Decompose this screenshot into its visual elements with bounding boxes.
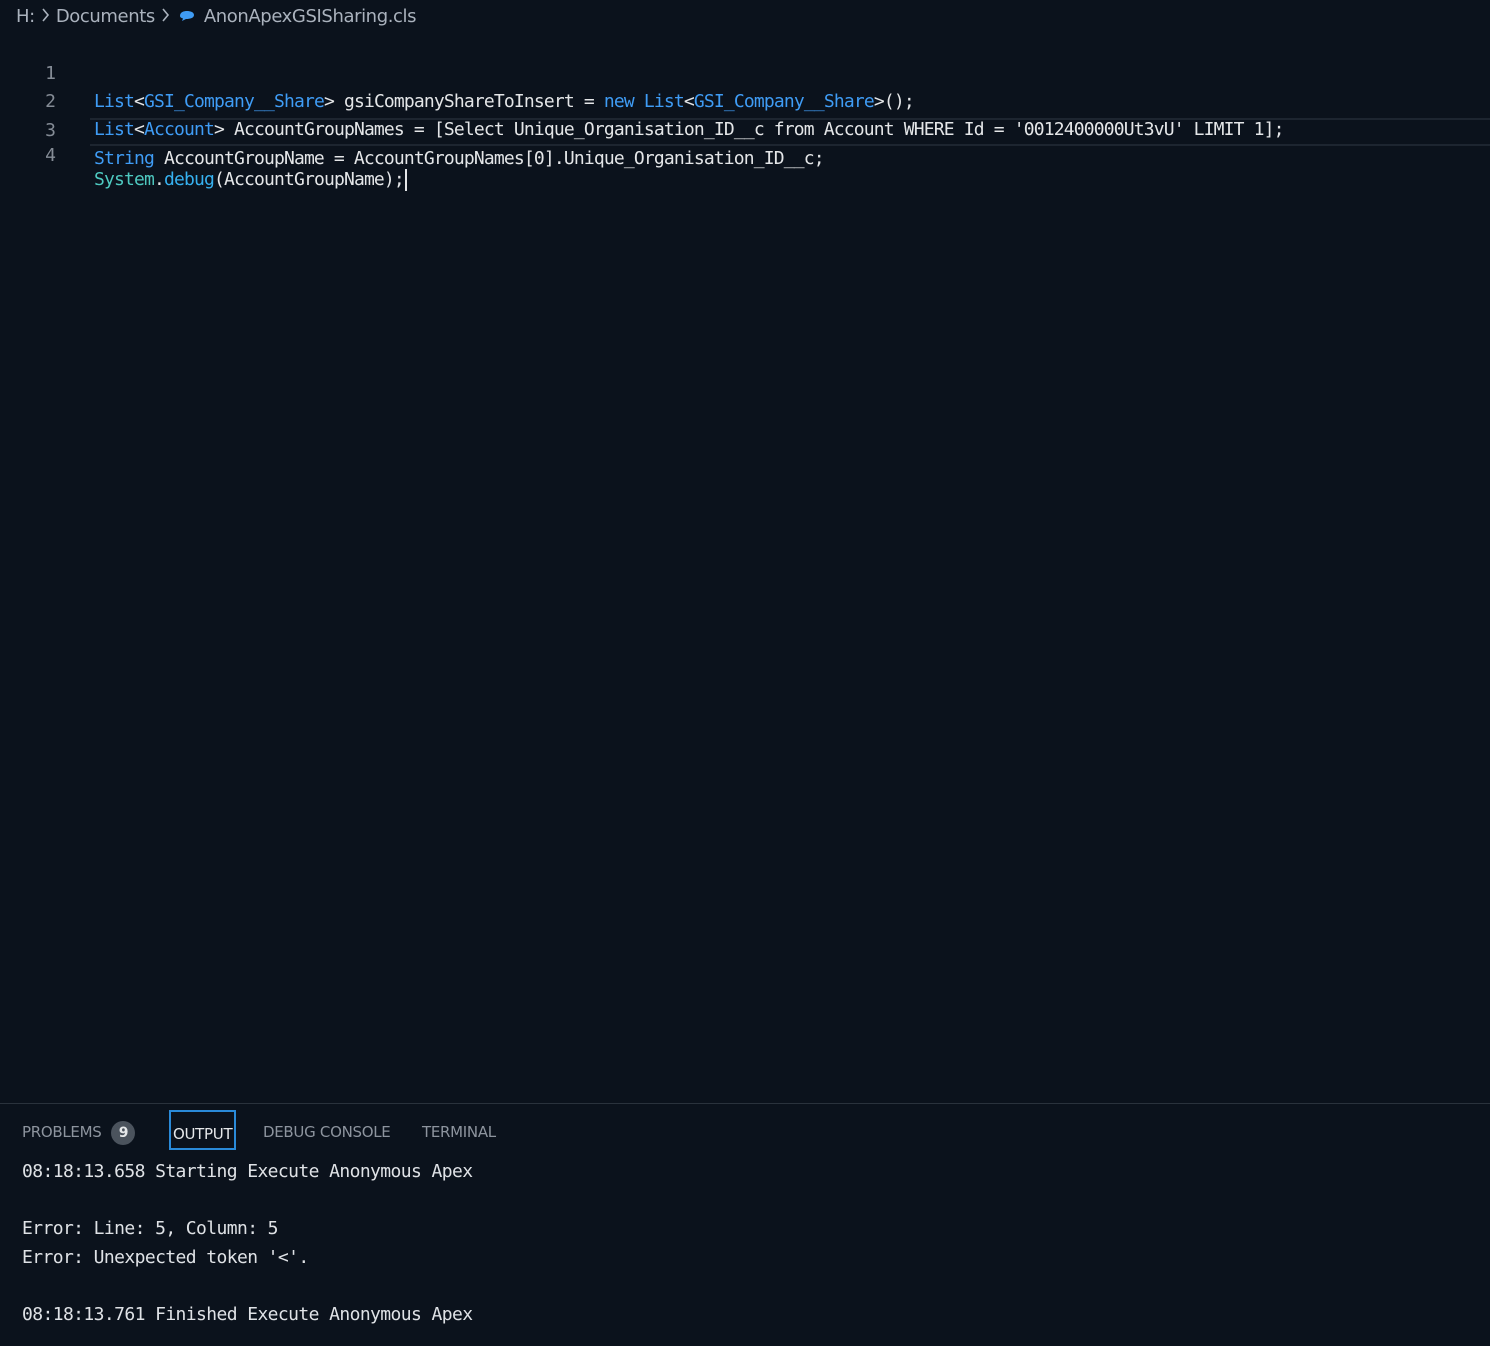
tab-output[interactable]: OUTPUT <box>169 1110 236 1150</box>
breadcrumb-file[interactable]: AnonApexGSISharing.cls <box>204 6 417 27</box>
chevron-right-icon <box>161 6 170 27</box>
code-text[interactable]: System.debug(AccountGroupName); <box>94 168 407 192</box>
code-line[interactable]: 3 String AccountGroupName = AccountGroup… <box>0 89 1490 169</box>
code-token: . <box>153 169 165 190</box>
code-token: debug <box>163 169 215 190</box>
output-line: Error: Line: 5, Column: 5 <box>22 1218 279 1239</box>
text-cursor <box>404 169 407 191</box>
output-line: 08:18:13.761 Finished Execute Anonymous … <box>22 1304 473 1325</box>
vscode-window: H: Documents AnonApexGSISharing.cls 1 Li… <box>0 0 1490 1346</box>
line-number: 4 <box>45 145 56 166</box>
chevron-right-icon <box>41 6 50 27</box>
breadcrumb: H: Documents AnonApexGSISharing.cls <box>16 4 417 28</box>
breadcrumb-drive[interactable]: H: <box>16 6 35 27</box>
current-code-line[interactable]: 4 System.debug(AccountGroupName); <box>45 118 1490 191</box>
code-editor[interactable]: 1 List<GSI_Company__Share> gsiCompanySha… <box>0 32 1490 1102</box>
line-number: 3 <box>45 120 56 141</box>
apex-file-icon <box>178 9 196 23</box>
tab-debug-console[interactable]: DEBUG CONSOLE <box>263 1120 391 1144</box>
tab-problems[interactable]: PROBLEMS 9 <box>22 1120 136 1145</box>
code-token: AccountGroupName = AccountGroupNames[0].… <box>153 148 825 169</box>
breadcrumb-folder[interactable]: Documents <box>56 6 155 27</box>
code-token: System <box>94 169 155 190</box>
bottom-panel: PROBLEMS 9 OUTPUT DEBUG CONSOLE TERMINAL … <box>0 1103 1490 1346</box>
tab-output-label: OUTPUT <box>173 1125 233 1143</box>
panel-tabs: PROBLEMS 9 OUTPUT DEBUG CONSOLE TERMINAL <box>0 1104 1490 1158</box>
tab-terminal[interactable]: TERMINAL <box>422 1120 496 1144</box>
tab-terminal-label: TERMINAL <box>422 1123 496 1141</box>
code-line[interactable]: 2 List<Account> AccountGroupNames = [Sel… <box>0 60 1490 140</box>
code-line[interactable]: 1 List<GSI_Company__Share> gsiCompanySha… <box>0 32 1490 112</box>
output-line: Error: Unexpected token '<'. <box>22 1247 309 1268</box>
tab-problems-label: PROBLEMS <box>22 1123 102 1141</box>
output-line: 08:18:13.658 Starting Execute Anonymous … <box>22 1161 473 1182</box>
code-token: (AccountGroupName); <box>213 169 405 190</box>
tab-debug-console-label: DEBUG CONSOLE <box>263 1123 391 1141</box>
problems-count-badge: 9 <box>111 1121 136 1145</box>
